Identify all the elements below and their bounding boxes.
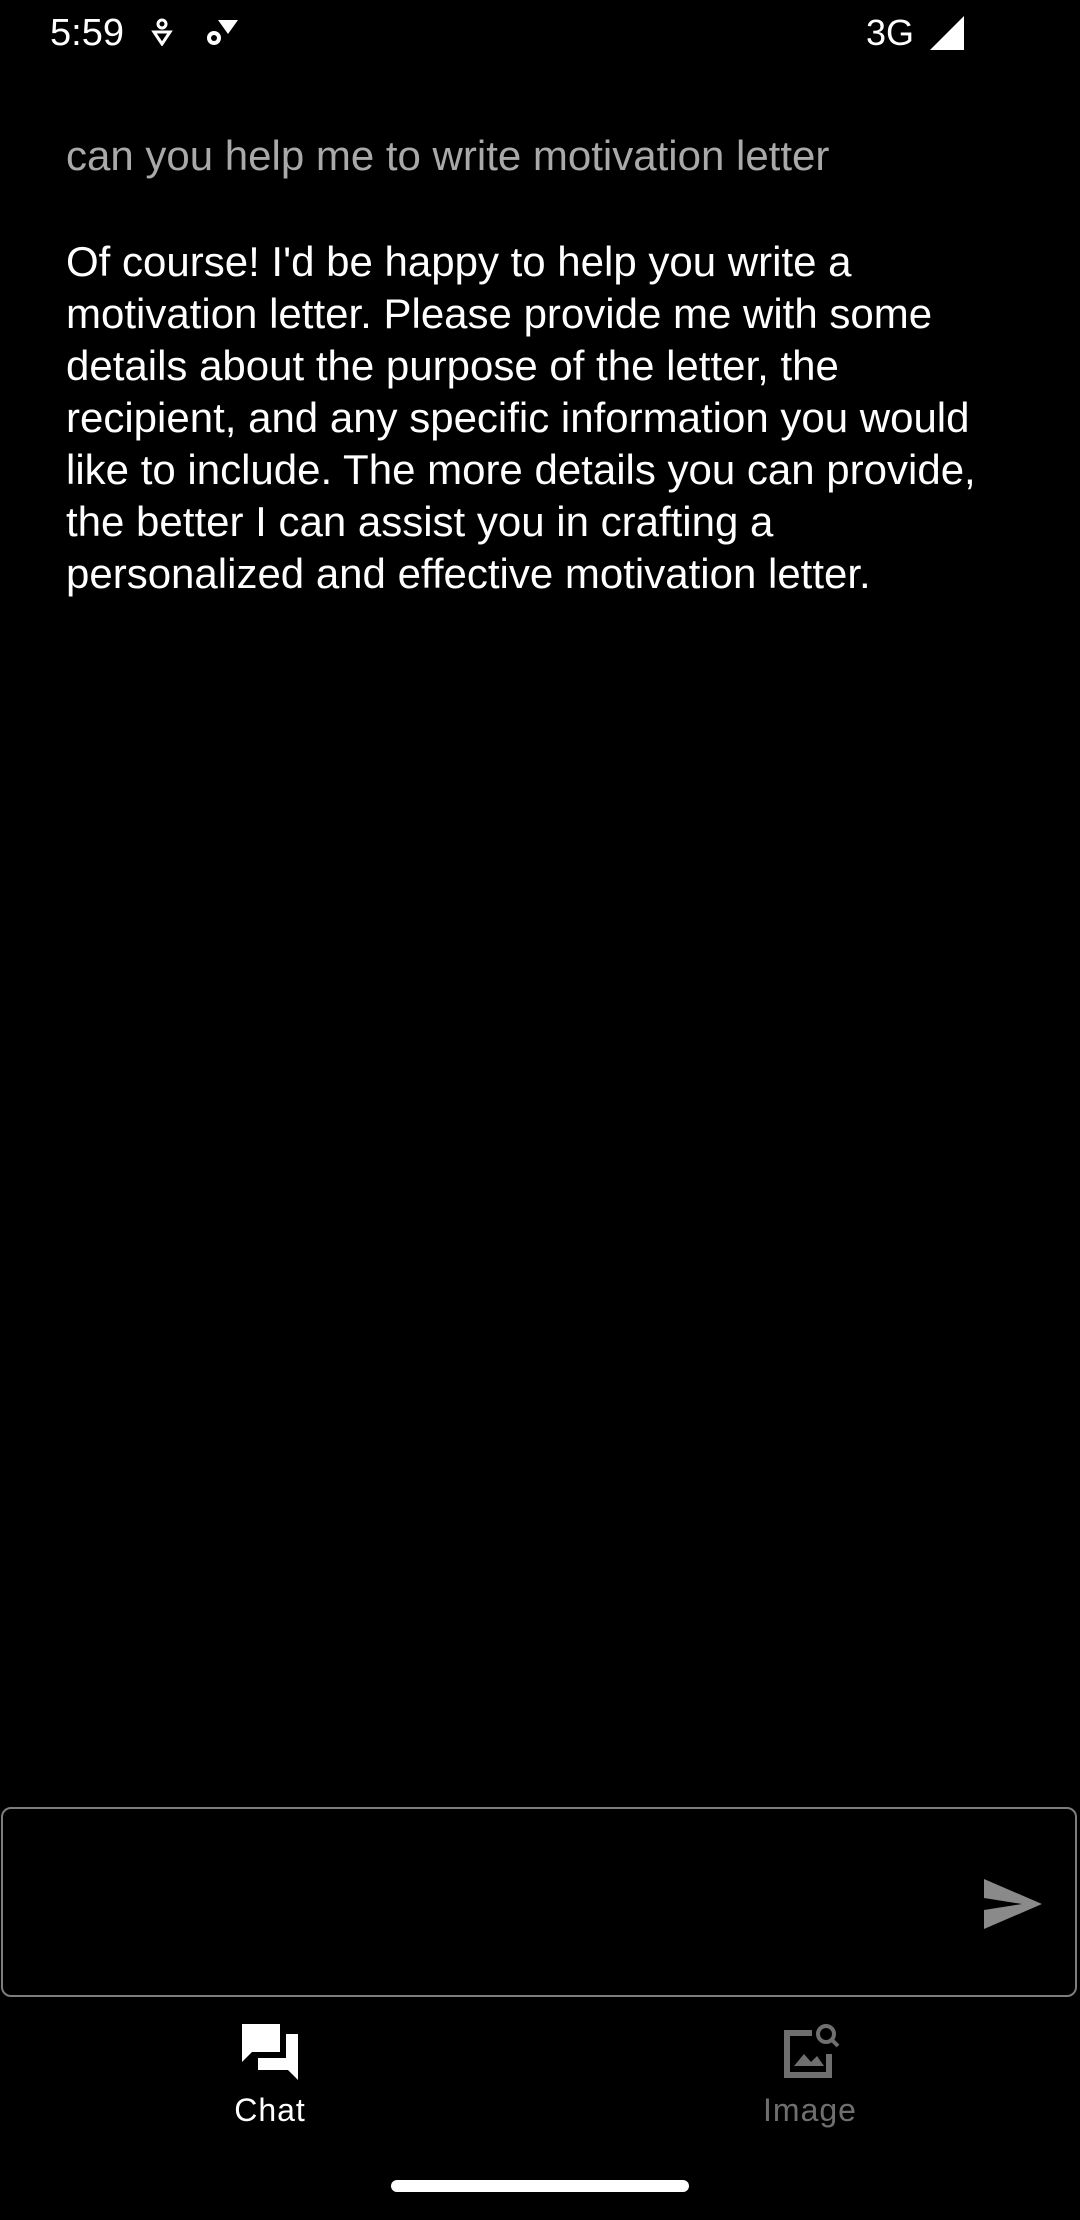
settings-wifi-icon <box>204 18 240 46</box>
nav-item-image[interactable]: Image <box>710 2020 910 2150</box>
network-type: 3G <box>866 12 915 53</box>
nav-item-chat[interactable]: Chat <box>170 2020 370 2150</box>
nav-label-image: Image <box>763 2092 857 2128</box>
chat-icon <box>238 2020 302 2084</box>
home-indicator[interactable] <box>391 2180 689 2192</box>
send-icon[interactable] <box>978 1869 1048 1939</box>
security-icon <box>148 18 176 47</box>
signal-icon <box>930 16 964 50</box>
nav-label-chat: Chat <box>234 2092 306 2128</box>
status-time: 5:59 <box>50 12 124 54</box>
status-bar: 5:59 3G <box>0 0 1080 66</box>
bottom-navigation: Chat Image <box>0 2000 1080 2150</box>
chat-area: can you help me to write motivation lett… <box>66 130 1006 600</box>
image-search-icon <box>778 2020 842 2084</box>
message-input[interactable] <box>27 1849 931 1951</box>
message-input-box[interactable] <box>1 1807 1077 1997</box>
bot-message: Of course! I'd be happy to help you writ… <box>66 238 976 597</box>
user-message: can you help me to write motivation lett… <box>66 132 830 179</box>
